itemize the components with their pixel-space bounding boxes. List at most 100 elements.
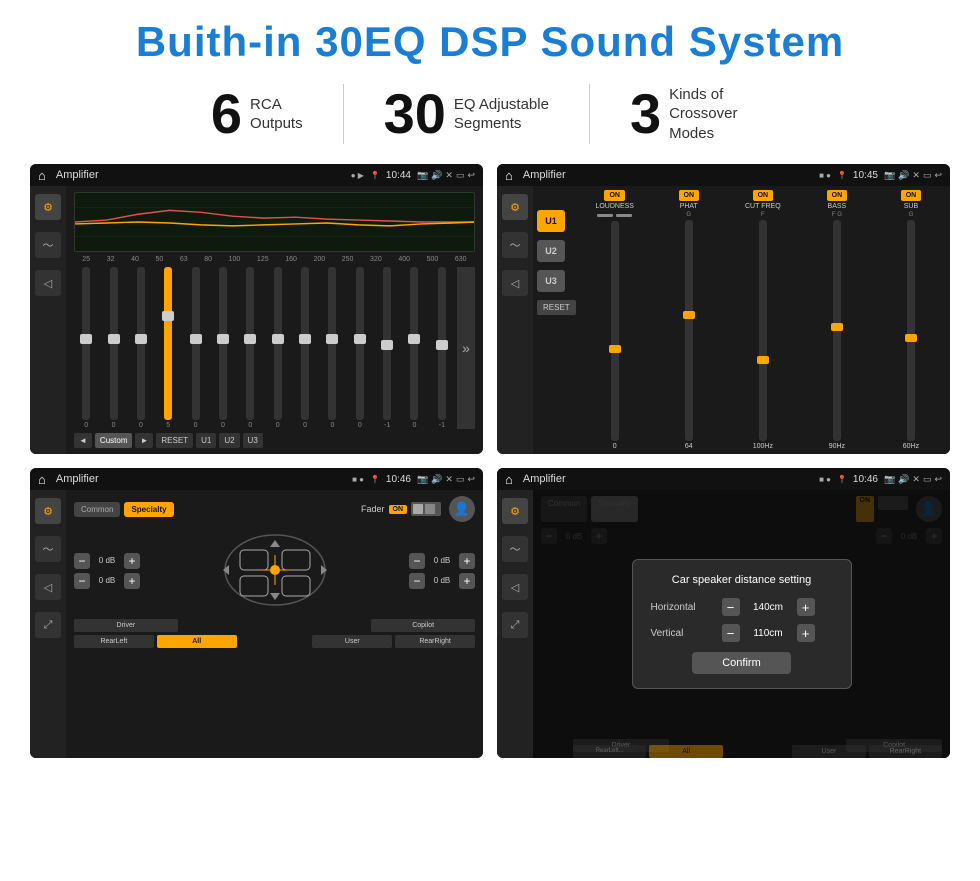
copilot-btn[interactable]: Copilot (371, 619, 475, 632)
cutfreq-on[interactable]: ON (753, 190, 774, 201)
crossover-home-icon[interactable]: ⌂ (505, 168, 513, 183)
cross-cam-icon: 📷 (884, 170, 895, 181)
fader-wave-icon[interactable]: 〜 (35, 536, 61, 562)
stat-rca-number: 6 (211, 86, 242, 142)
fader-on-badge[interactable]: ON (389, 505, 408, 514)
dist-dots: ■ ● (819, 475, 831, 484)
vertical-label: Vertical (651, 628, 716, 639)
fader-back-icon[interactable]: ↩ (467, 474, 475, 485)
bass-on[interactable]: ON (827, 190, 848, 201)
phat-label: PHAT (680, 203, 698, 210)
dist-wave-icon[interactable]: 〜 (502, 536, 528, 562)
left-db2-plus[interactable]: + (124, 573, 140, 589)
left-db-controls: − 0 dB + − 0 dB + (74, 553, 140, 589)
dist-cam-icon: 📷 (884, 474, 895, 485)
right-db2-plus[interactable]: + (459, 573, 475, 589)
phat-on[interactable]: ON (679, 190, 700, 201)
dist-vol-side-icon[interactable]: ◁ (502, 574, 528, 600)
right-db2-minus[interactable]: − (409, 573, 425, 589)
eq-filter-icon[interactable]: ⚙ (35, 194, 61, 220)
driver-btn[interactable]: Driver (74, 619, 178, 632)
cross-filter-icon[interactable]: ⚙ (502, 194, 528, 220)
horizontal-plus[interactable]: + (797, 598, 815, 616)
eq-slider-11: -1 (375, 267, 399, 429)
loudness-on[interactable]: ON (604, 190, 625, 201)
cross-wave-icon[interactable]: 〜 (502, 232, 528, 258)
eq-loc-icon: 📍 (370, 171, 380, 180)
home-icon[interactable]: ⌂ (38, 168, 46, 183)
freq-labels: 253240 506380 100125160 200250320 400500… (74, 256, 475, 263)
eq-slider-2: 0 (129, 267, 153, 429)
dist-expand-icon[interactable]: ⤢ (502, 612, 528, 638)
dist-filter-icon[interactable]: ⚙ (502, 498, 528, 524)
horizontal-minus[interactable]: − (722, 598, 740, 616)
all-btn[interactable]: All (157, 635, 237, 648)
stats-row: 6 RCA Outputs 30 EQ Adjustable Segments … (30, 84, 950, 144)
left-db-row-2: − 0 dB + (74, 573, 140, 589)
eq-custom-btn[interactable]: Custom (95, 433, 133, 448)
fader-time: 10:46 (386, 474, 411, 485)
fader-dots: ■ ● (352, 475, 364, 484)
right-db1-minus[interactable]: − (409, 553, 425, 569)
cross-vol-side-icon[interactable]: ◁ (502, 270, 528, 296)
eq-vol-side-icon[interactable]: ◁ (35, 270, 61, 296)
crossover-dots: ■ ● (819, 171, 831, 180)
eq-reset-btn[interactable]: RESET (156, 433, 193, 448)
dist-time: 10:46 (853, 474, 878, 485)
fader-vol-side-icon[interactable]: ◁ (35, 574, 61, 600)
dist-status-icons: 📷 🔊 ✕ ▭ ↩ (884, 474, 942, 485)
right-db-row-1: − 0 dB + (409, 553, 475, 569)
vertical-plus[interactable]: + (797, 624, 815, 642)
eq-main-area: 253240 506380 100125160 200250320 400500… (66, 186, 483, 454)
eq-u2-btn[interactable]: U2 (219, 433, 239, 448)
crossover-time: 10:45 (853, 170, 878, 181)
next-arrow[interactable]: » (457, 267, 475, 429)
horizontal-value: 140cm (746, 602, 791, 613)
rearright-btn[interactable]: RearRight (395, 635, 475, 648)
eq-u3-btn[interactable]: U3 (243, 433, 263, 448)
crossover-reset-btn[interactable]: RESET (537, 300, 576, 315)
eq-slider-1: 0 (101, 267, 125, 429)
stat-crossover-number: 3 (630, 86, 661, 142)
eq-slider-4: 0 (183, 267, 207, 429)
u3-button[interactable]: U3 (537, 270, 565, 292)
rearleft-btn[interactable]: RearLeft (74, 635, 154, 648)
horizontal-row: Horizontal − 140cm + (651, 598, 833, 616)
stat-crossover-label: Kinds of Crossover Modes (669, 85, 769, 144)
fader-home-icon[interactable]: ⌂ (38, 472, 46, 487)
fader-specialty-tab[interactable]: Specialty (124, 502, 173, 517)
sub-on[interactable]: ON (901, 190, 922, 201)
eq-status-bar: ⌂ Amplifier ● ▶ 📍 10:44 📷 🔊 ✕ ▭ ↩ (30, 164, 483, 186)
dist-back-icon[interactable]: ↩ (934, 474, 942, 485)
left-db1-minus[interactable]: − (74, 553, 90, 569)
left-db1-plus[interactable]: + (124, 553, 140, 569)
cross-x-icon: ✕ (912, 170, 920, 181)
fader-cam-icon: 📷 (417, 474, 428, 485)
fader-expand-icon[interactable]: ⤢ (35, 612, 61, 638)
eq-next-btn[interactable]: ► (135, 433, 153, 448)
u2-button[interactable]: U2 (537, 240, 565, 262)
user-btn[interactable]: User (312, 635, 392, 648)
vertical-minus[interactable]: − (722, 624, 740, 642)
eq-back-icon[interactable]: ↩ (467, 170, 475, 181)
eq-wave-icon[interactable]: 〜 (35, 232, 61, 258)
cross-back-icon[interactable]: ↩ (934, 170, 942, 181)
right-db1-plus[interactable]: + (459, 553, 475, 569)
right-db2-val: 0 dB (428, 576, 456, 585)
dist-all-btn: All (649, 745, 722, 758)
eq-vol-icon: 🔊 (431, 170, 442, 181)
bass-label: BASS (828, 203, 847, 210)
confirm-button[interactable]: Confirm (692, 652, 791, 674)
u1-button[interactable]: U1 (537, 210, 565, 232)
dist-home-icon[interactable]: ⌂ (505, 472, 513, 487)
eq-prev-btn[interactable]: ◄ (74, 433, 92, 448)
sub-val: 60Hz (903, 443, 919, 450)
dist-x-icon: ✕ (912, 474, 920, 485)
eq-u1-btn[interactable]: U1 (196, 433, 216, 448)
eq-bottom-bar: ◄ Custom ► RESET U1 U2 U3 (74, 433, 475, 448)
bass-val: 90Hz (829, 443, 845, 450)
fader-common-tab[interactable]: Common (74, 502, 120, 517)
eq-slider-0: 0 (74, 267, 98, 429)
left-db2-minus[interactable]: − (74, 573, 90, 589)
fader-filter-icon[interactable]: ⚙ (35, 498, 61, 524)
